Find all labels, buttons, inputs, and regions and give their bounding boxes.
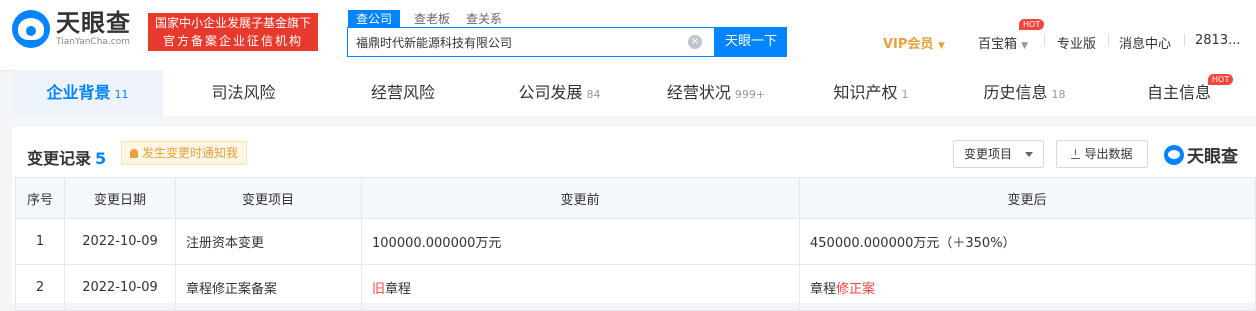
tab-history[interactable]: 历史信息 18: [947, 70, 1102, 116]
bell-icon: [130, 149, 138, 158]
hot-badge: HOT: [1208, 74, 1234, 85]
table-row: 1 2022-10-09 注册资本变更 100000.000000万元 4500…: [15, 218, 1256, 265]
hot-badge: HOT: [1019, 19, 1045, 30]
tab-label: 经营风险: [370, 83, 435, 102]
cell-item: 章程修正案备案: [175, 264, 362, 311]
tab-label: 自主信息: [1146, 83, 1211, 102]
tab-company-development[interactable]: 公司发展 84: [482, 70, 637, 116]
nav-divider: [1184, 34, 1185, 46]
export-data-button[interactable]: 导出数据: [1056, 140, 1148, 168]
caret-down-icon: ▼: [937, 41, 945, 51]
search-button[interactable]: 天眼一下: [715, 27, 787, 57]
col-header-after: 变更后: [799, 177, 1256, 219]
tab-label: 企业背景: [46, 83, 111, 102]
export-label: 导出数据: [1084, 147, 1133, 161]
cell-index: 2: [15, 264, 65, 311]
filter-label: 变更项目: [964, 147, 1013, 161]
after-text: 章程: [810, 282, 837, 297]
tab-operation-status[interactable]: 经营状况 999+: [637, 70, 795, 116]
nav-divider: [1108, 34, 1109, 46]
change-records-panel: 变更记录 5 发生变更时通知我 变更项目 导出数据 天眼查 序号 变更日期 变更项…: [12, 127, 1256, 311]
search-input[interactable]: [348, 28, 684, 56]
tab-label: 公司发展: [518, 83, 583, 102]
tab-operation-risk[interactable]: 经营风险: [324, 70, 482, 116]
tab-search-boss[interactable]: 查老板: [414, 10, 450, 27]
table-row: 2 2022-10-09 章程修正案备案 旧章程 章程修正案: [15, 264, 1256, 311]
col-header-item: 变更项目: [175, 177, 362, 219]
message-center-link[interactable]: 消息中心: [1119, 33, 1171, 52]
notify-label: 发生变更时通知我: [142, 146, 239, 160]
tab-count: 999+: [734, 88, 766, 101]
user-name: 2813...: [1195, 33, 1241, 48]
section-title-text: 变更记录: [27, 149, 92, 168]
tab-search-company[interactable]: 查公司: [348, 10, 401, 27]
tab-count: 18: [1051, 88, 1066, 101]
cell-index: 1: [15, 218, 65, 265]
main-tabs: 企业背景 11 司法风险 经营风险 公司发展 84 经营状况 999+ 知识产权 1 历…: [12, 70, 1256, 116]
eye-logo-icon: [1164, 144, 1184, 165]
badge-line-2: 官方备案企业征信机构: [162, 34, 303, 48]
user-account-menu[interactable]: 2813...: [1195, 33, 1240, 48]
official-badge: 国家中小企业发展子基金旗下 官方备案企业征信机构: [148, 13, 318, 51]
nav-divider: [1044, 34, 1045, 46]
cell-after: 章程修正案: [799, 264, 1256, 311]
cell-before: 旧章程: [361, 264, 800, 311]
cell-after: 450000.000000万元（＋350%）: [799, 218, 1256, 265]
clear-icon[interactable]: ×: [688, 35, 702, 49]
vip-menu[interactable]: VIP会员 ▼: [883, 33, 945, 52]
col-header-before: 变更前: [361, 177, 800, 219]
tab-label: 知识产权: [833, 83, 898, 102]
highlight-added: 修正案: [836, 282, 876, 297]
section-count: 5: [95, 149, 107, 168]
cell-before: 100000.000000万元: [361, 218, 800, 265]
brand-text: 天眼查: [1187, 147, 1238, 167]
tianyancha-logo[interactable]: 天眼查 TianYanCha.com: [12, 10, 131, 48]
tab-label: 历史信息: [983, 83, 1048, 102]
tab-count: 1: [901, 88, 909, 101]
cell-date: 2022-10-09: [64, 264, 176, 311]
notify-on-change-button[interactable]: 发生变更时通知我: [121, 141, 248, 165]
brand-watermark: 天眼查: [1164, 142, 1238, 167]
change-item-filter[interactable]: 变更项目: [953, 140, 1044, 168]
top-bar: 天眼查 TianYanCha.com 国家中小企业发展子基金旗下 官方备案企业征…: [0, 0, 1256, 71]
tab-self-info[interactable]: 自主信息 HOT: [1102, 70, 1256, 116]
cell-item: 注册资本变更: [175, 218, 362, 265]
tab-search-relation[interactable]: 查关系: [466, 10, 502, 27]
treasure-label: 百宝箱: [978, 37, 1018, 52]
tab-judicial-risk[interactable]: 司法风险: [163, 70, 324, 116]
change-records-table: 序号 变更日期 变更项目 变更前 变更后 1 2022-10-09 注册资本变更…: [15, 177, 1256, 311]
logo-domain: TianYanCha.com: [56, 37, 131, 47]
badge-line-1: 国家中小企业发展子基金旗下: [154, 16, 311, 30]
col-header-index: 序号: [15, 177, 65, 219]
caret-down-icon: ▼: [1021, 41, 1029, 51]
tab-label: 经营状况: [666, 83, 731, 102]
download-icon: [1071, 149, 1081, 159]
treasure-menu[interactable]: 百宝箱 ▼: [978, 33, 1028, 52]
logo-title: 天眼查: [56, 9, 131, 37]
cell-date: 2022-10-09: [64, 218, 176, 265]
search-box: ×: [347, 27, 715, 57]
pro-version-link[interactable]: 专业版: [1057, 33, 1096, 52]
section-title: 变更记录 5: [27, 145, 106, 169]
tab-count: 11: [114, 88, 129, 101]
vip-label: VIP会员: [883, 37, 934, 52]
highlight-removed: 旧: [372, 282, 386, 297]
table-header-row: 序号 变更日期 变更项目 变更前 变更后: [15, 177, 1256, 219]
col-header-date: 变更日期: [64, 177, 176, 219]
tab-label: 司法风险: [211, 83, 276, 102]
tab-enterprise-background[interactable]: 企业背景 11: [12, 70, 163, 116]
eye-logo-icon: [12, 10, 50, 48]
tab-count: 84: [586, 88, 601, 101]
before-text: 章程: [385, 282, 412, 297]
tab-intellectual-property[interactable]: 知识产权 1: [795, 70, 947, 116]
caret-down-icon: [1025, 152, 1033, 157]
search-mode-tabs: 查公司 查老板 查关系: [348, 10, 518, 27]
